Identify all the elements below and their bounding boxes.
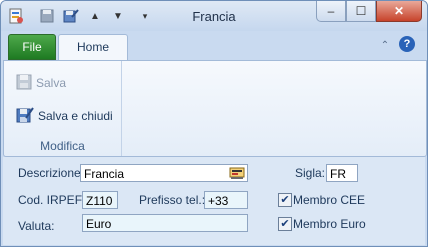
membro-euro-label: Membro Euro: [293, 217, 366, 231]
membro-cee-checkbox[interactable]: ✔: [278, 193, 292, 207]
help-icon[interactable]: ?: [399, 36, 415, 52]
maximize-button[interactable]: ☐: [346, 1, 376, 22]
application-window: ▲ ▼ ▾ Francia – ☐ ✕ File Home ⌃ ? Salva: [0, 0, 428, 247]
descrizione-value: Francia: [84, 167, 125, 181]
window-controls: – ☐ ✕: [316, 1, 422, 22]
descrizione-label: Descrizione:: [18, 166, 85, 180]
descrizione-field[interactable]: Francia: [80, 164, 248, 182]
save-and-close-button[interactable]: Salva e chiudi: [16, 106, 113, 126]
membro-cee-label: Membro CEE: [293, 193, 366, 207]
ribbon-tabs: File Home ⌃ ?: [1, 31, 427, 62]
translate-icon[interactable]: [229, 166, 245, 180]
close-button[interactable]: ✕: [376, 1, 422, 22]
sigla-label: Sigla:: [295, 166, 326, 180]
tab-home[interactable]: Home: [58, 34, 128, 62]
ribbon-panel: Salva Salva e chiudi Modifica: [3, 60, 427, 157]
prefisso-field[interactable]: +33: [204, 191, 248, 209]
cod-irpef-label: Cod. IRPEF:: [18, 193, 86, 207]
valuta-label: Valuta:: [18, 219, 55, 233]
valuta-field[interactable]: Euro: [82, 214, 248, 232]
save-close-icon: [16, 106, 34, 127]
prefisso-label: Prefisso tel.:: [139, 193, 206, 207]
title-bar: ▲ ▼ ▾ Francia – ☐ ✕: [1, 1, 427, 31]
save-button-label: Salva: [36, 76, 67, 90]
minimize-button[interactable]: –: [316, 1, 346, 22]
ribbon-group-modifica: Salva Salva e chiudi Modifica: [4, 61, 122, 156]
save-button[interactable]: Salva: [16, 73, 66, 93]
sigla-field[interactable]: FR: [326, 164, 358, 182]
save-icon: [16, 74, 32, 93]
tab-file[interactable]: File: [8, 34, 56, 60]
membro-euro-checkbox[interactable]: ✔: [278, 217, 292, 231]
collapse-ribbon-icon[interactable]: ⌃: [379, 40, 391, 52]
cod-irpef-field[interactable]: Z110: [82, 191, 118, 209]
country-form: Descrizione: Francia Sigla: FR Cod. IRPE…: [3, 157, 425, 245]
group-label-modifica: Modifica: [40, 139, 85, 153]
save-and-close-label: Salva e chiudi: [38, 109, 113, 123]
